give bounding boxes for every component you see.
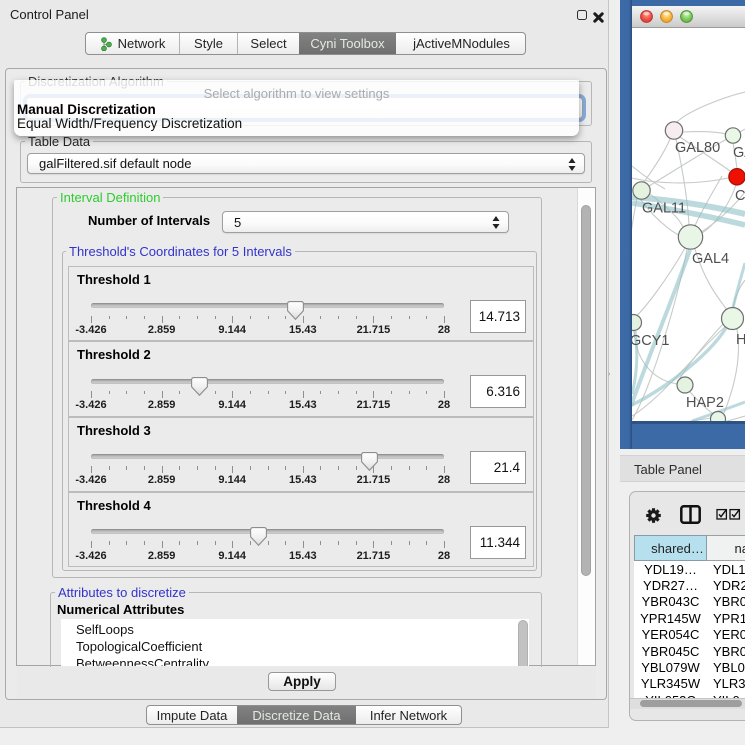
svg-text:CY: CY	[735, 188, 745, 204]
svg-text:HAP2: HAP2	[686, 395, 724, 411]
svg-text:GA: GA	[733, 145, 745, 161]
svg-text:GAL11: GAL11	[642, 201, 686, 217]
svg-text:GCY1: GCY1	[632, 333, 670, 349]
svg-text:GAL80: GAL80	[675, 140, 720, 156]
svg-text:H: H	[736, 332, 745, 348]
svg-text:GAL4: GAL4	[692, 251, 729, 267]
